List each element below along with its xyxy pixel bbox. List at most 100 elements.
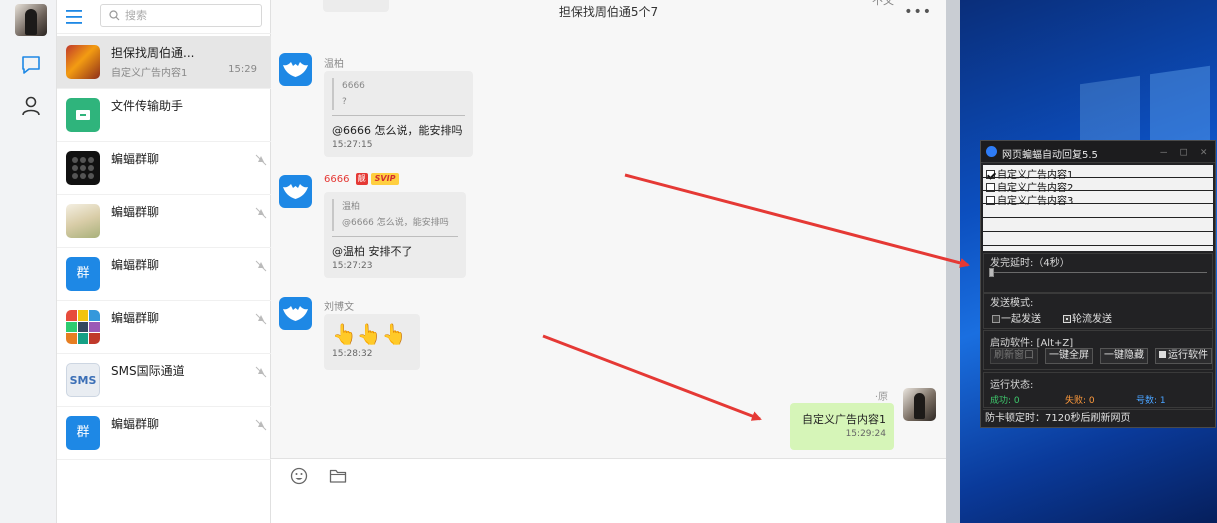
run-label: 运行软件: [1168, 350, 1208, 361]
chat-title: 担保找周伯通5个7: [558, 5, 659, 19]
group-photo-avatar: [66, 45, 100, 79]
radio-label: 轮流发送: [1072, 314, 1112, 325]
divider: [983, 203, 1213, 204]
run-button[interactable]: 运行软件: [1155, 348, 1212, 364]
my-avatar[interactable]: [903, 388, 936, 421]
header-fragment: 不文: [872, 0, 894, 7]
search-icon: [109, 10, 120, 21]
delay-label: 发完延时:（4秒）: [990, 258, 1070, 269]
radio-selected-icon[interactable]: [1063, 315, 1071, 323]
quote-author: 温柏: [342, 202, 361, 212]
user-avatar[interactable]: [15, 4, 47, 36]
quote-author: 6666: [342, 81, 365, 91]
fail-count: 失败: 0: [1065, 396, 1095, 406]
sender-name: 6666 靓 SVIP: [324, 173, 400, 185]
more-icon[interactable]: •••: [904, 4, 932, 20]
sms-icon: SMS: [66, 363, 100, 397]
hide-button[interactable]: 一键隐藏: [1100, 348, 1148, 364]
folder-icon[interactable]: [329, 468, 347, 484]
conversation-name: 蝙蝠群聊: [111, 205, 160, 219]
conversation-list: 搜索 担保找周伯通... 自定义广告内容1 15:29 文件传输助手 蝙蝠群聊 …: [57, 0, 271, 523]
app-icon: [986, 146, 997, 157]
status-label: 运行状态:: [990, 380, 1034, 391]
start-label: 启动软件: [Alt+Z]: [990, 338, 1074, 349]
delay-slider-thumb[interactable]: [989, 268, 994, 277]
message-time: 15:27:15: [332, 140, 373, 150]
account-count: 号数: 1: [1136, 396, 1166, 406]
folder-icon: [66, 98, 100, 132]
quote-divider: [332, 115, 465, 116]
ad-content-list[interactable]: 自定义广告内容1 自定义广告内容2 自定义广告内容3: [983, 165, 1213, 251]
window-edge: [946, 0, 960, 523]
vip-badges: 靓 SVIP: [355, 173, 400, 185]
ad-item-checkbox[interactable]: 自定义广告内容3: [986, 192, 1073, 207]
conversation-item[interactable]: 蝙蝠群聊: [57, 142, 271, 195]
conversation-item[interactable]: 群 蝙蝠群聊: [57, 248, 271, 301]
tool-title: 网页蝙蝠自动回复5.5: [1002, 150, 1098, 161]
mute-icon: [255, 366, 267, 378]
chat-icon[interactable]: [20, 54, 42, 76]
message-text: @6666 怎么说，能安排吗: [332, 124, 463, 137]
conversation-name: 蝙蝠群聊: [111, 417, 160, 431]
quoted-message: 6666 ?: [332, 78, 465, 110]
conversation-item[interactable]: 文件传输助手: [57, 89, 271, 142]
collage-avatar: [66, 310, 100, 344]
minimize-icon[interactable]: —: [1160, 145, 1167, 158]
delay-slider-track[interactable]: [989, 272, 1207, 273]
fullscreen-button[interactable]: 一键全屏: [1045, 348, 1093, 364]
conversation-name: 蝙蝠群聊: [111, 311, 160, 325]
message-bubble[interactable]: 👆👆👆 15:28:32: [324, 314, 420, 370]
pretty-number-badge: 靓: [355, 173, 368, 185]
dots-avatar: [66, 151, 100, 185]
mute-icon: [255, 419, 267, 431]
conversation-item[interactable]: SMS SMS国际通道: [57, 354, 271, 407]
message-time: 15:29:24: [845, 429, 886, 439]
mode-option-rotate[interactable]: 轮流发送: [1063, 310, 1112, 325]
sender-name-text: 6666: [324, 174, 350, 185]
menu-icon[interactable]: [66, 10, 82, 24]
my-message-bubble[interactable]: 自定义广告内容1 15:29:24: [790, 403, 894, 450]
divider: [983, 217, 1213, 218]
group-icon: 群: [66, 416, 100, 450]
quoted-message: 温柏 @6666 怎么说，能安排吗: [332, 199, 458, 231]
search-input[interactable]: 搜索: [100, 4, 262, 27]
mute-icon: [255, 313, 267, 325]
refresh-window-button[interactable]: 刷新窗口: [990, 348, 1038, 364]
conversation-item[interactable]: 蝙蝠群聊: [57, 301, 271, 354]
mute-icon: [255, 207, 267, 219]
svip-badge: SVIP: [370, 173, 400, 185]
mode-label: 发送模式:: [990, 298, 1034, 309]
sender-name: 刘博文: [324, 302, 354, 313]
conversation-item[interactable]: 群 蝙蝠群聊: [57, 407, 271, 460]
bat-avatar[interactable]: [279, 53, 312, 86]
message-input-area[interactable]: [271, 458, 946, 523]
person-avatar: [66, 204, 100, 238]
emoji-icon[interactable]: [290, 467, 308, 485]
mode-option-together[interactable]: 一起发送: [992, 310, 1041, 325]
group-icon: 群: [66, 257, 100, 291]
maximize-icon[interactable]: □: [1180, 145, 1187, 158]
message-text: 自定义广告内容1: [802, 413, 886, 426]
bat-avatar[interactable]: [279, 297, 312, 330]
contacts-icon[interactable]: [20, 95, 42, 117]
conversation-item[interactable]: 担保找周伯通... 自定义广告内容1 15:29: [57, 36, 271, 89]
divider: [983, 190, 1213, 191]
message-time: 15:27:23: [332, 261, 373, 271]
tool-titlebar[interactable]: 网页蝙蝠自动回复5.5 — □ ✕: [981, 141, 1215, 163]
conversation-name: 文件传输助手: [111, 99, 184, 113]
close-icon[interactable]: ✕: [1200, 145, 1207, 158]
message-time: 15:28:32: [332, 349, 373, 359]
radio-icon[interactable]: [992, 315, 1000, 323]
search-placeholder: 搜索: [125, 9, 147, 22]
sender-name: 温柏: [324, 59, 344, 70]
message-bubble[interactable]: 温柏 @6666 怎么说，能安排吗 @温柏 安排不了 15:27:23: [324, 192, 466, 278]
bat-avatar[interactable]: [279, 175, 312, 208]
mute-icon: [255, 154, 267, 166]
quote-text: ?: [342, 97, 347, 107]
conversation-item[interactable]: 蝙蝠群聊: [57, 195, 271, 248]
my-name: ·原: [874, 392, 888, 403]
message-bubble[interactable]: 6666 ? @6666 怎么说，能安排吗 15:27:15: [324, 71, 473, 157]
conversation-name: 蝙蝠群聊: [111, 258, 160, 272]
quote-text: @6666 怎么说，能安排吗: [342, 218, 449, 228]
conversation-name: 担保找周伯通...: [111, 46, 195, 60]
